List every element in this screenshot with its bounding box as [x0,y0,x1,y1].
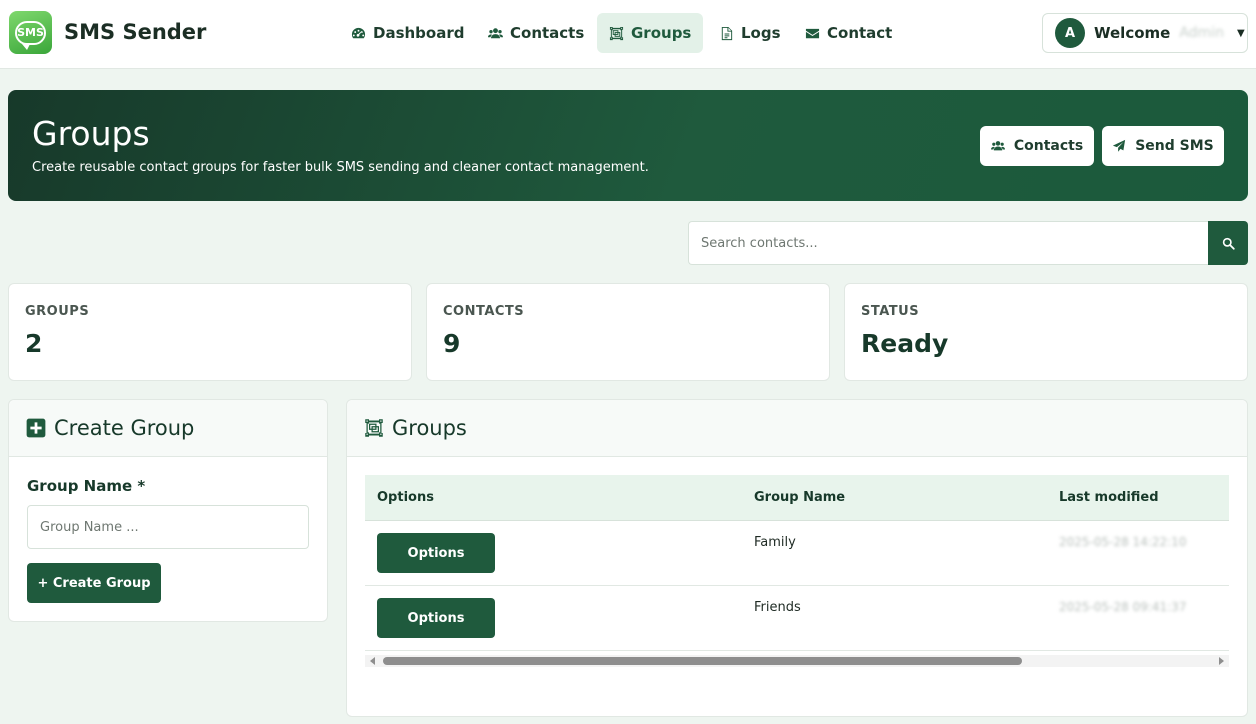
nav-contact[interactable]: Contact [793,13,904,53]
last-modified-cell: 2025-05-28 09:41:37 [1059,600,1187,614]
stat-label: STATUS [861,304,920,319]
last-modified-cell: 2025-05-28 14:22:10 [1059,535,1187,549]
create-group-panel: Create Group Group Name * + Create Group [8,399,328,622]
group-name-cell: Family [754,535,796,550]
file-icon [721,26,733,40]
nav-groups[interactable]: Groups [597,13,704,53]
group-name-label: Group Name * [27,477,146,495]
send-sms-button[interactable]: Send SMS [1102,126,1224,166]
sms-logo-icon[interactable]: SMS [9,11,52,54]
brand-name[interactable]: SMS Sender [64,20,206,44]
options-button[interactable]: Options [377,598,495,638]
create-group-button[interactable]: + Create Group [27,563,161,603]
nav-contact-label: Contact [827,24,893,42]
contacts-button[interactable]: Contacts [980,126,1094,166]
page-title: Groups [32,114,150,153]
stat-value: 2 [25,329,43,358]
username: Admin [1179,25,1224,41]
stat-label: GROUPS [25,304,90,319]
chevron-down-icon: ▼ [1236,27,1245,39]
stat-value: 9 [443,329,461,358]
search-icon [1222,237,1235,250]
envelope-icon [805,28,820,38]
table-header-row: Options Group Name Last modified [365,475,1229,521]
user-menu-button[interactable]: A Welcome Admin ▼ [1042,13,1248,53]
plus-square-icon [26,418,46,438]
stat-value: Ready [861,329,949,358]
horizontal-scrollbar[interactable] [365,655,1229,667]
column-header-options[interactable]: Options [377,490,434,505]
group-name-input[interactable] [27,505,309,549]
welcome-text: Welcome [1094,24,1171,42]
send-sms-button-label: Send SMS [1135,138,1214,154]
group-icon [609,26,624,40]
search-button[interactable] [1208,221,1248,265]
column-header-group-name[interactable]: Group Name [754,490,845,505]
scroll-right-arrow-icon[interactable] [1219,657,1224,665]
column-header-last-modified[interactable]: Last modified [1059,490,1159,505]
table-row: Options Family 2025-05-28 14:22:10 [365,521,1229,586]
stat-card-status: STATUS Ready [844,283,1248,381]
groups-table: Options Group Name Last modified Options… [365,475,1229,667]
groups-panel-title: Groups [392,416,467,440]
nav-groups-label: Groups [631,24,692,42]
paper-plane-icon [1113,139,1126,152]
nav-contacts-label: Contacts [510,24,585,42]
users-icon [990,141,1005,151]
groups-panel-header: Groups [347,400,1247,457]
stat-card-contacts: CONTACTS 9 [426,283,830,381]
nav-dashboard[interactable]: Dashboard [339,13,476,53]
users-icon [488,27,503,38]
nav-dashboard-label: Dashboard [373,24,465,42]
search-input[interactable] [688,221,1209,265]
nav-logs[interactable]: Logs [707,13,793,53]
avatar: A [1055,18,1085,48]
group-icon [365,419,383,437]
dashboard-icon [351,27,366,38]
stat-card-groups: GROUPS 2 [8,283,412,381]
options-button[interactable]: Options [377,533,495,573]
top-navbar: SMS SMS Sender Dashboard Contacts Groups… [0,0,1256,69]
group-name-cell: Friends [754,600,801,615]
contacts-button-label: Contacts [1013,138,1084,154]
page-header: Groups Create reusable contact groups fo… [8,90,1248,201]
create-group-header: Create Group [9,400,327,457]
create-group-title: Create Group [54,416,195,440]
nav-contacts[interactable]: Contacts [476,13,596,53]
scroll-left-arrow-icon[interactable] [370,657,375,665]
table-row: Options Friends 2025-05-28 09:41:37 [365,586,1229,651]
nav-logs-label: Logs [741,24,781,42]
page-subtitle: Create reusable contact groups for faste… [32,160,649,175]
logo-text: SMS [15,20,46,50]
scrollbar-thumb[interactable] [383,657,1022,665]
stat-label: CONTACTS [443,304,525,319]
groups-panel: Groups Options Group Name Last modified … [346,399,1248,717]
